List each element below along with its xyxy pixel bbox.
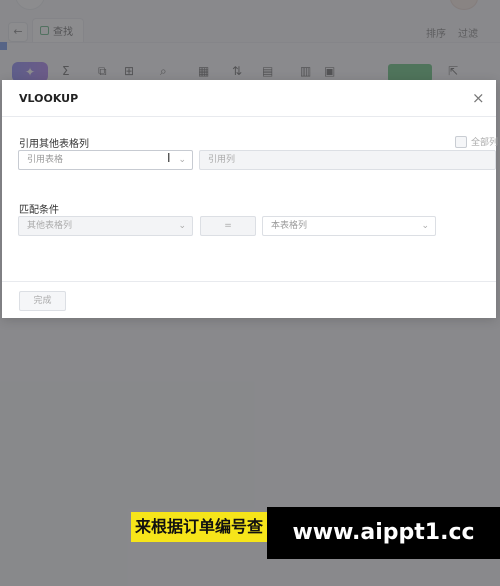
text-cursor-icon: I: [167, 151, 171, 165]
this-column-select[interactable]: 本表格列 ⌄: [262, 216, 436, 236]
ref-column-select[interactable]: 引用列: [199, 150, 496, 170]
select-all-label: 全部列: [471, 138, 499, 148]
chevron-down-icon: ⌄: [421, 221, 429, 231]
operator-field: =: [200, 216, 256, 236]
divider: [2, 116, 496, 117]
operator-value: =: [224, 221, 232, 231]
vlookup-dialog: VLOOKUP × 引用其他表格列 全部列 引用表格 ⌄ I 引用列 匹配条件 …: [2, 80, 499, 318]
dialog-title: VLOOKUP: [19, 92, 79, 105]
other-column-placeholder: 其他表格列: [27, 221, 73, 231]
close-icon[interactable]: ×: [472, 89, 485, 107]
video-subtitle: 来根据订单编号查: [131, 512, 268, 542]
other-column-select[interactable]: 其他表格列 ⌄: [18, 216, 193, 236]
ref-column-placeholder: 引用列: [208, 155, 236, 165]
section-ref-label: 引用其他表格列: [19, 139, 89, 150]
chevron-down-icon: ⌄: [178, 155, 186, 165]
divider: [2, 281, 496, 282]
ref-table-placeholder: 引用表格: [27, 155, 64, 165]
this-column-placeholder: 本表格列: [271, 221, 308, 231]
chevron-down-icon: ⌄: [178, 221, 186, 231]
select-all-checkbox[interactable]: [455, 136, 467, 148]
watermark: www.aippt1.cc: [267, 507, 500, 559]
section-match-label: 匹配条件: [19, 205, 59, 216]
done-button[interactable]: 完成: [19, 291, 66, 311]
